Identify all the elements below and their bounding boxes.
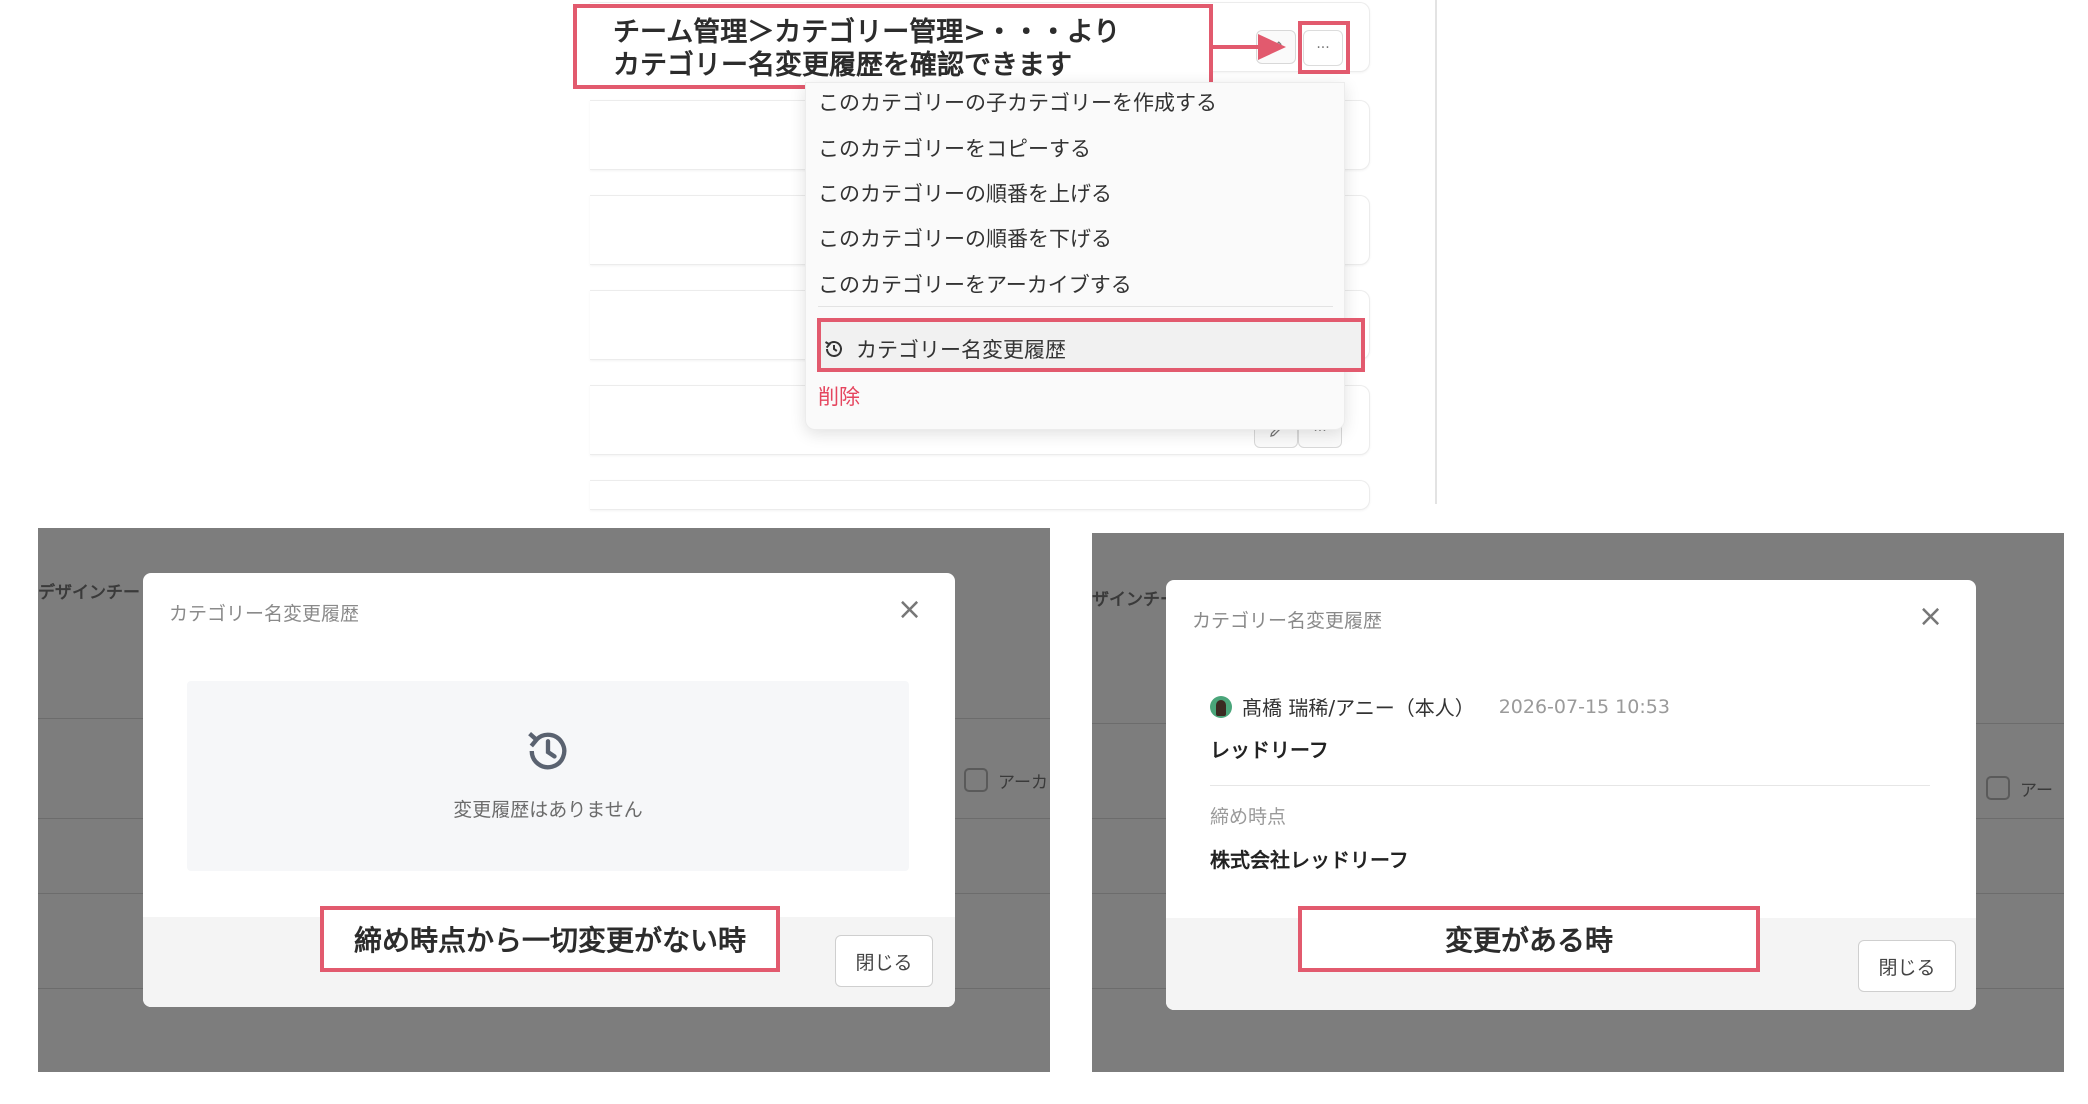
annotation-label: 変更がある時: [1298, 906, 1760, 972]
original-category-name: 株式会社レッドリーフ: [1210, 848, 1409, 872]
top-panel: ··· チーム管理＞カテゴリー管理>・・・より カテゴリー名変更履歴を確認できま…: [0, 0, 2088, 510]
archive-label: アー: [2020, 781, 2053, 801]
modal-title: カテゴリー名変更履歴: [1192, 610, 1383, 632]
divider: [1210, 785, 1930, 786]
menu-item-archive[interactable]: このカテゴリーをアーカイブする: [818, 270, 1132, 300]
arrow-icon: [1213, 45, 1261, 49]
archive-label: アーカ: [998, 773, 1048, 793]
history-icon: [528, 732, 567, 770]
history-icon: [824, 341, 842, 357]
close-icon[interactable]: ×: [1918, 602, 1943, 632]
archive-checkbox[interactable]: [1986, 776, 2010, 800]
menu-item-move-down[interactable]: このカテゴリーの順番を下げる: [818, 224, 1112, 254]
menu-item-label: カテゴリー名変更履歴: [856, 338, 1066, 362]
more-button[interactable]: ···: [1303, 30, 1343, 66]
menu-divider: [818, 306, 1333, 307]
category-row: [590, 480, 1370, 510]
close-button[interactable]: 閉じる: [1858, 940, 1956, 992]
menu-item-copy[interactable]: このカテゴリーをコピーする: [818, 134, 1091, 164]
annotation-label: 締め時点から一切変更がない時: [320, 906, 780, 972]
user-name: 髙橋 瑞稀/アニー（本人）: [1242, 696, 1475, 720]
callout-line: カテゴリー名変更履歴を確認できます: [613, 50, 1072, 81]
history-entry-user: 髙橋 瑞稀/アニー（本人） 2026-07-15 10:53: [1210, 692, 1670, 721]
divider: [1435, 0, 1437, 504]
callout-line: チーム管理＞カテゴリー管理>・・・より: [613, 17, 1121, 48]
timestamp: 2026-07-15 10:53: [1498, 695, 1670, 718]
empty-state: 変更履歴はありません: [187, 681, 909, 871]
empty-text: 変更履歴はありません: [453, 799, 643, 821]
menu-item-move-up[interactable]: このカテゴリーの順番を上げる: [818, 179, 1112, 209]
instruction-callout: チーム管理＞カテゴリー管理>・・・より カテゴリー名変更履歴を確認できます: [573, 4, 1213, 89]
close-button[interactable]: 閉じる: [835, 935, 933, 987]
menu-item-name-history[interactable]: カテゴリー名変更履歴: [822, 334, 1066, 364]
team-label: デザインチー: [38, 583, 140, 603]
arrow-head-icon: [1258, 34, 1286, 60]
team-label: ザインチー: [1092, 590, 1177, 610]
modal-title: カテゴリー名変更履歴: [169, 603, 360, 625]
close-icon[interactable]: ×: [897, 595, 922, 625]
new-category-name: レッドリーフ: [1210, 738, 1329, 762]
archive-checkbox[interactable]: [964, 768, 988, 792]
avatar: [1210, 695, 1232, 718]
snapshot-label: 締め時点: [1210, 806, 1287, 828]
menu-item-delete[interactable]: 削除: [818, 382, 860, 412]
menu-item-create-child[interactable]: このカテゴリーの子カテゴリーを作成する: [818, 88, 1217, 118]
